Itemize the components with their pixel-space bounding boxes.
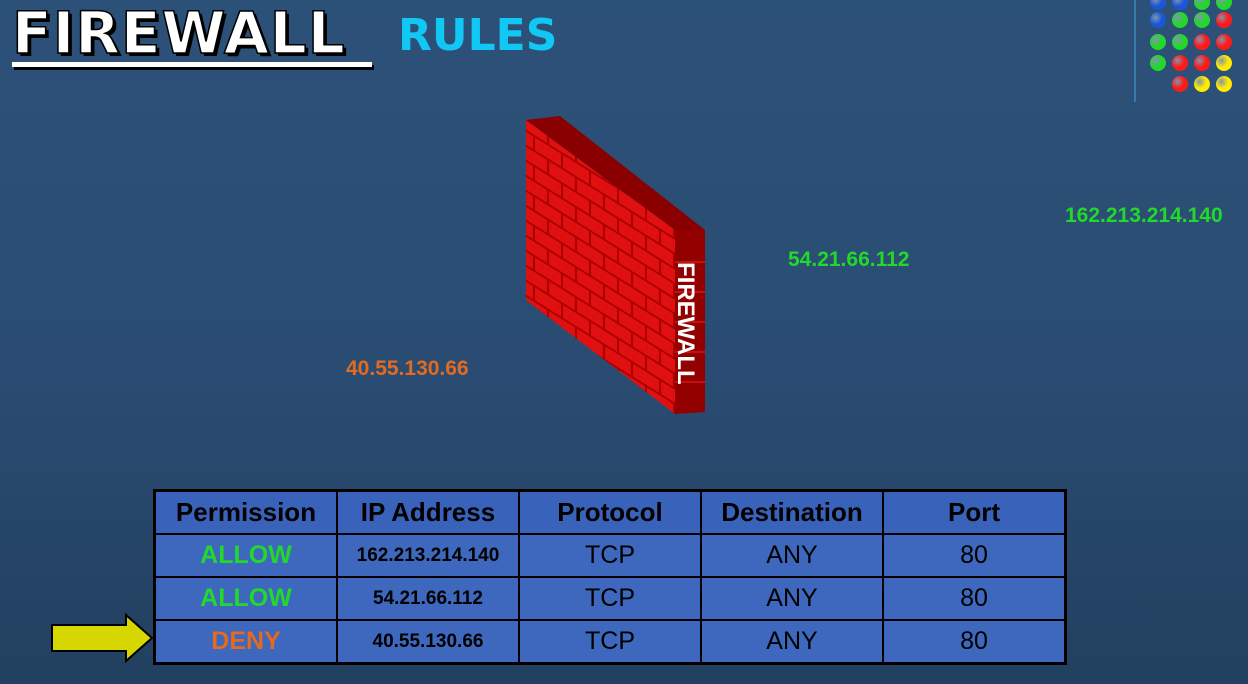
port-cell: 80 [882, 533, 1067, 578]
dot [1172, 34, 1188, 50]
table-header-row: Permission IP Address Protocol Destinati… [153, 489, 1067, 535]
ip-cell: 40.55.130.66 [336, 619, 520, 665]
table-row: ALLOW 162.213.214.140 TCP ANY 80 [153, 533, 1067, 578]
destination-cell: ANY [700, 619, 884, 665]
port-cell: 80 [882, 619, 1067, 665]
dot [1172, 76, 1188, 92]
destination-cell: ANY [700, 533, 884, 578]
decor-divider [1134, 0, 1136, 102]
permission-cell: ALLOW [153, 533, 338, 578]
table-row: ALLOW 54.21.66.112 TCP ANY 80 [153, 576, 1067, 621]
permission-cell: ALLOW [153, 576, 338, 621]
header-protocol: Protocol [518, 489, 702, 535]
dot [1172, 0, 1188, 10]
protocol-cell: TCP [518, 619, 702, 665]
title-underline [12, 62, 372, 67]
dot [1150, 0, 1166, 10]
header-port: Port [882, 489, 1067, 535]
ip-label-middle-right: 54.21.66.112 [788, 248, 910, 271]
dot [1216, 76, 1232, 92]
table-row: DENY 40.55.130.66 TCP ANY 80 [153, 619, 1067, 665]
dot [1172, 55, 1188, 71]
protocol-cell: TCP [518, 576, 702, 621]
wall-label: FIREWALL [672, 262, 699, 385]
page-title: FIREWALL [11, 0, 346, 67]
protocol-cell: TCP [518, 533, 702, 578]
dot [1216, 12, 1232, 28]
dot [1172, 12, 1188, 28]
dot [1216, 0, 1232, 10]
ip-cell: 54.21.66.112 [336, 576, 520, 621]
ip-label-far-right: 162.213.214.140 [1065, 204, 1223, 227]
dot [1216, 34, 1232, 50]
dot [1150, 55, 1166, 71]
ip-cell: 162.213.214.140 [336, 533, 520, 578]
header-ip-address: IP Address [336, 489, 520, 535]
ip-label-left: 40.55.130.66 [346, 357, 469, 380]
dot [1194, 34, 1210, 50]
dot [1216, 55, 1232, 71]
dot [1194, 0, 1210, 10]
page-subtitle: RULES [398, 10, 558, 61]
header-destination: Destination [700, 489, 884, 535]
dot [1150, 34, 1166, 50]
dot [1150, 12, 1166, 28]
permission-cell: DENY [153, 619, 338, 665]
firewall-wall-icon: FIREWALL [526, 116, 705, 414]
yellow-arrow-icon [51, 613, 154, 663]
dot [1194, 76, 1210, 92]
firewall-rules-table: Permission IP Address Protocol Destinati… [153, 489, 1067, 665]
port-cell: 80 [882, 576, 1067, 621]
header-permission: Permission [153, 489, 338, 535]
dot [1194, 55, 1210, 71]
destination-cell: ANY [700, 576, 884, 621]
dot [1194, 12, 1210, 28]
